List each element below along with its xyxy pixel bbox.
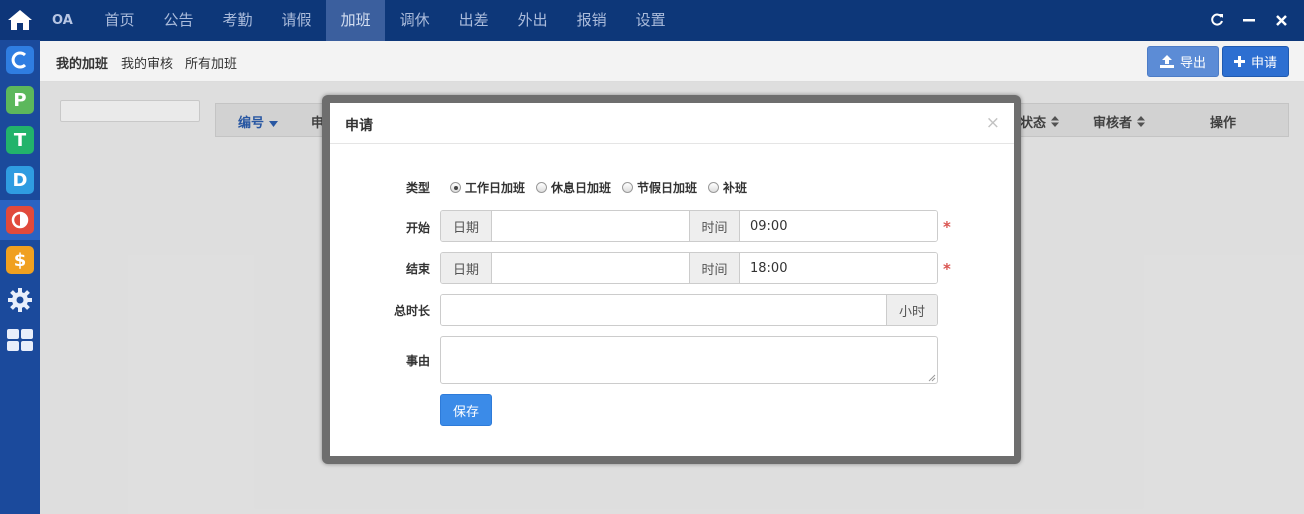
end-input-group: 日期 时间 18:00 <box>440 252 938 284</box>
home-button[interactable] <box>0 0 40 40</box>
radio-restday[interactable]: 休息日加班 <box>536 179 611 196</box>
type-label: 类型 <box>405 181 430 195</box>
nav-item-notice[interactable]: 公告 <box>149 0 208 41</box>
refresh-icon <box>1210 13 1223 25</box>
sidebar-grid[interactable] <box>0 320 40 360</box>
end-time-input[interactable]: 18:00 <box>740 253 937 283</box>
nav-item-overtime[interactable]: 加班 <box>326 0 386 41</box>
app-sidebar: P T D $ <box>0 0 40 514</box>
start-input-group: 日期 时间 09:00 <box>440 210 938 242</box>
radio-holiday-label: 节假日加班 <box>637 181 698 195</box>
nav-item-settings[interactable]: 设置 <box>621 0 680 41</box>
nav-item-reimburse[interactable]: 报销 <box>562 0 621 41</box>
apply-dialog: 申请 × 类型 工作日加班 休息日加班 节假日加班 补班 开始 日期 时间 09… <box>330 103 1014 456</box>
nav-item-home[interactable]: 首页 <box>90 0 149 41</box>
save-button[interactable]: 保存 <box>440 394 492 426</box>
grid-icon <box>7 329 33 351</box>
required-mark: * <box>943 260 951 278</box>
nav-item-business-trip[interactable]: 出差 <box>444 0 503 41</box>
radio-unchecked-icon <box>708 182 719 193</box>
export-label: 导出 <box>1179 56 1206 71</box>
radio-weekday[interactable]: 工作日加班 <box>450 179 525 196</box>
top-nav: OA 首页 公告 考勤 请假 加班 调休 出差 外出 报销 设置 <box>40 0 1304 41</box>
app-s-icon: $ <box>6 246 34 274</box>
modal-header: 申请 × <box>330 103 1014 144</box>
required-mark: * <box>943 218 951 236</box>
refresh-button[interactable] <box>1210 12 1224 30</box>
tab-all-overtime[interactable]: 所有加班 <box>185 53 237 72</box>
nav-item-compoff[interactable]: 调休 <box>385 0 444 41</box>
app-c-icon <box>6 46 34 74</box>
end-time-addon: 时间 <box>689 253 740 283</box>
end-date-input[interactable] <box>492 253 689 283</box>
sidebar-app-p[interactable]: P <box>0 80 40 120</box>
start-date-input[interactable] <box>492 211 689 241</box>
sidebar-app-c[interactable] <box>0 40 40 80</box>
sidebar-app-t[interactable]: T <box>0 120 40 160</box>
duration-input[interactable] <box>441 295 886 325</box>
end-date-addon: 日期 <box>441 253 492 283</box>
modal-title: 申请 <box>345 118 373 134</box>
sidebar-app-o[interactable] <box>0 200 40 240</box>
reason-label: 事由 <box>405 354 430 368</box>
upload-icon <box>1159 55 1174 68</box>
resize-grip-icon[interactable] <box>928 374 936 382</box>
radio-unchecked-icon <box>622 182 633 193</box>
radio-checked-icon <box>450 182 461 193</box>
apply-button[interactable]: 申请 <box>1222 46 1289 77</box>
nav-item-outing[interactable]: 外出 <box>503 0 562 41</box>
app-t-icon: T <box>6 126 34 154</box>
home-icon <box>8 10 32 30</box>
app-d-icon: D <box>6 166 34 194</box>
apply-label: 申请 <box>1250 56 1277 71</box>
export-button[interactable]: 导出 <box>1147 46 1219 77</box>
app-p-icon: P <box>6 86 34 114</box>
reason-textarea[interactable] <box>440 336 938 384</box>
radio-unchecked-icon <box>536 182 547 193</box>
sidebar-app-s[interactable]: $ <box>0 240 40 280</box>
radio-restday-label: 休息日加班 <box>551 181 612 195</box>
gear-icon <box>8 288 32 312</box>
close-icon <box>1275 14 1287 26</box>
end-label: 结束 <box>405 262 430 276</box>
tab-my-overtime[interactable]: 我的加班 <box>56 53 108 72</box>
close-window-button[interactable] <box>1274 12 1288 30</box>
radio-holiday[interactable]: 节假日加班 <box>622 179 697 196</box>
radio-weekday-label: 工作日加班 <box>465 181 526 195</box>
nav-item-leave[interactable]: 请假 <box>267 0 326 41</box>
sidebar-settings[interactable] <box>0 280 40 320</box>
start-time-input[interactable]: 09:00 <box>740 211 937 241</box>
start-label: 开始 <box>405 221 430 235</box>
minimize-icon <box>1243 18 1255 21</box>
nav-item-attendance[interactable]: 考勤 <box>208 0 267 41</box>
modal-close-button[interactable]: × <box>986 113 1000 133</box>
duration-unit-addon: 小时 <box>886 295 937 325</box>
brand-label: OA <box>52 13 73 28</box>
minimize-button[interactable] <box>1242 12 1256 30</box>
sidebar-app-d[interactable]: D <box>0 160 40 200</box>
sub-nav: 我的加班 我的审核 所有加班 导出 申请 <box>40 41 1304 82</box>
start-date-addon: 日期 <box>441 211 492 241</box>
duration-label: 总时长 <box>393 304 430 318</box>
duration-input-group: 小时 <box>440 294 938 326</box>
start-time-addon: 时间 <box>689 211 740 241</box>
app-o-icon <box>6 206 34 234</box>
radio-makeup-label: 补班 <box>723 181 748 195</box>
plus-icon <box>1233 56 1245 67</box>
radio-makeup[interactable]: 补班 <box>708 179 747 196</box>
tab-my-review[interactable]: 我的审核 <box>121 53 173 72</box>
